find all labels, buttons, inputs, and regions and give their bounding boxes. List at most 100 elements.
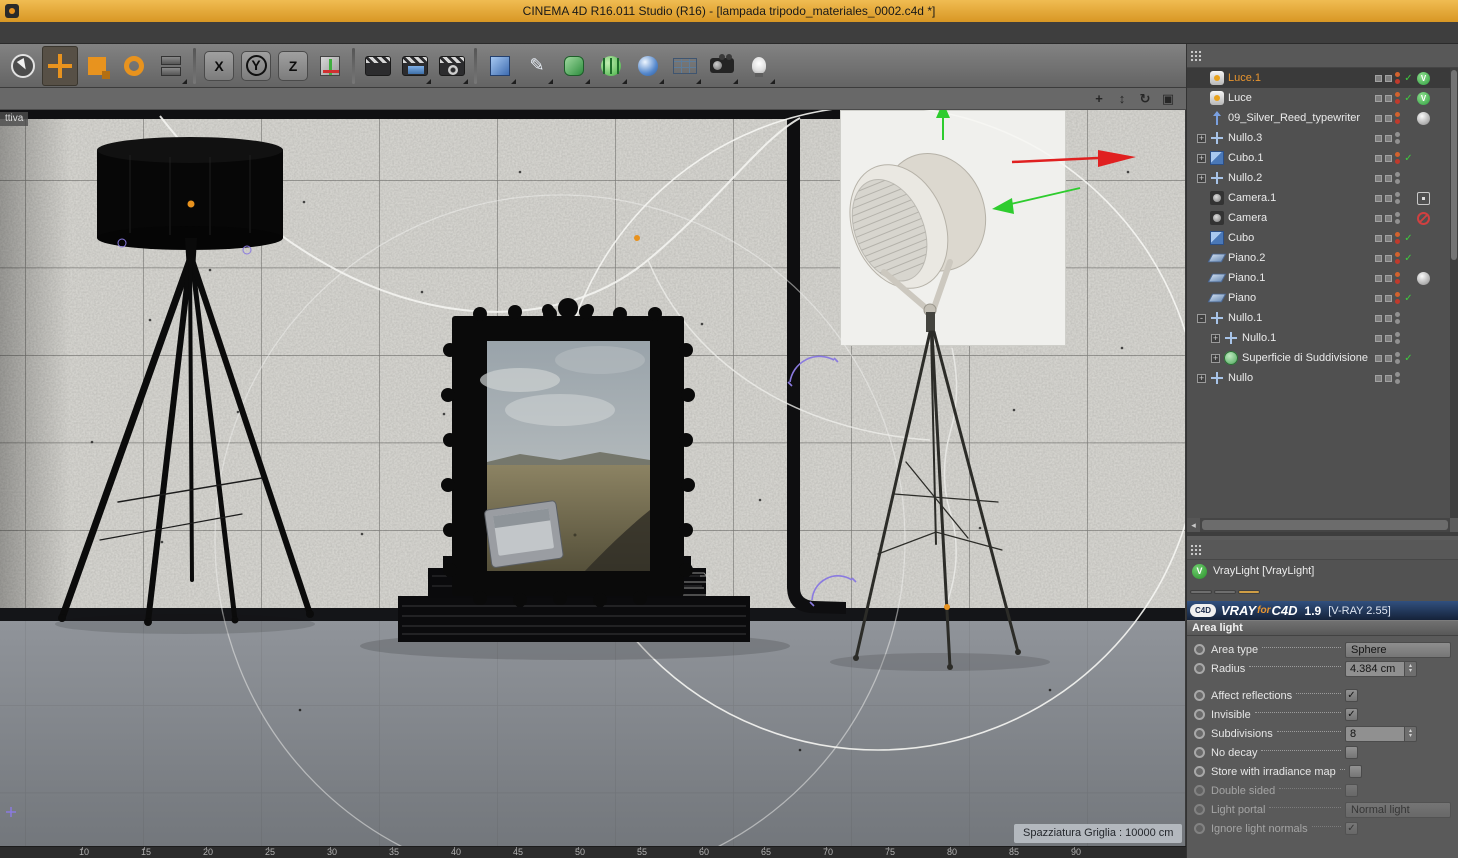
object-name[interactable]: Nullo.2 (1228, 172, 1262, 184)
layer-square-icon[interactable] (1375, 114, 1382, 122)
environment-button[interactable] (630, 46, 666, 86)
object-row[interactable]: 09_Silver_Reed_typewriter ✓ (1187, 108, 1450, 128)
layer-square-icon[interactable] (1385, 294, 1392, 302)
lock-y-axis-button[interactable]: Y (238, 46, 274, 86)
object-list-vscrollbar[interactable] (1450, 68, 1458, 518)
object-name[interactable]: Nullo.1 (1242, 332, 1276, 344)
scene-3d-view[interactable] (0, 110, 1186, 846)
object-type-icon[interactable] (1207, 293, 1227, 303)
layer-square-icon[interactable] (1385, 374, 1392, 382)
rotate-view-icon[interactable]: ↻ (1137, 91, 1153, 107)
texture-tag-icon[interactable] (1417, 111, 1430, 125)
generators-button[interactable] (556, 46, 592, 86)
object-name[interactable]: Luce.1 (1228, 72, 1261, 84)
scene-objects-button[interactable] (667, 46, 703, 86)
spinner-arrows-icon[interactable]: ▴ ▾ (1405, 725, 1417, 742)
object-row[interactable]: Luce.1 ✓ V (1187, 68, 1450, 88)
enabled-check-icon[interactable]: ✓ (1403, 233, 1414, 244)
move-tool[interactable] (42, 45, 78, 86)
scroll-left-icon[interactable]: ◂ (1187, 518, 1200, 532)
enabled-check-icon[interactable]: ✓ (1403, 153, 1414, 164)
visibility-dots[interactable] (1395, 332, 1400, 344)
lock-x-axis-button[interactable]: X (201, 46, 237, 86)
last-used-tools[interactable] (153, 46, 189, 86)
layer-square-icon[interactable] (1385, 154, 1392, 162)
pan-view-icon[interactable]: + (1091, 91, 1107, 107)
object-row[interactable]: Camera ✓ (1187, 208, 1450, 228)
viewport-canvas[interactable]: ttiva Spazziatura Griglia : 10000 cm (0, 110, 1186, 846)
keyframe-circle-icon[interactable] (1194, 709, 1205, 720)
keyframe-circle-icon[interactable] (1194, 690, 1205, 701)
visibility-dots[interactable] (1395, 272, 1400, 284)
rotate-tool[interactable] (116, 46, 152, 86)
visibility-dots[interactable] (1395, 72, 1400, 84)
attribute-tab[interactable] (1238, 589, 1260, 594)
title-bar[interactable]: CINEMA 4D R16.011 Studio (R16) - [lampad… (0, 0, 1458, 22)
layer-square-icon[interactable] (1375, 74, 1382, 82)
enabled-check-icon[interactable]: ✓ (1403, 93, 1414, 104)
object-name[interactable]: 09_Silver_Reed_typewriter (1228, 112, 1360, 124)
spline-pen-button[interactable]: ✎ (519, 46, 555, 86)
object-row[interactable]: + Superficie di Suddivisione ✓ (1187, 348, 1450, 368)
enabled-check-icon[interactable]: ✓ (1403, 253, 1414, 264)
ornate-frame[interactable] (441, 298, 695, 607)
layer-square-icon[interactable] (1385, 334, 1392, 342)
layer-square-icon[interactable] (1385, 114, 1392, 122)
vray-green-tag-icon[interactable]: V (1417, 71, 1430, 85)
object-type-icon[interactable] (1210, 191, 1224, 205)
object-type-icon[interactable] (1210, 131, 1224, 145)
object-type-icon[interactable] (1207, 273, 1227, 283)
maximize-view-icon[interactable]: ▣ (1160, 91, 1176, 107)
visibility-dots[interactable] (1395, 312, 1400, 324)
param-checkbox[interactable]: ✓ (1345, 822, 1358, 835)
hscroll-thumb[interactable] (1202, 520, 1448, 530)
deformers-button[interactable] (593, 46, 629, 86)
object-type-icon[interactable] (1210, 171, 1224, 185)
object-name[interactable]: Piano.1 (1228, 272, 1265, 284)
object-row[interactable]: + Nullo.1 ✓ (1187, 328, 1450, 348)
object-row[interactable]: Camera.1 ✓ (1187, 188, 1450, 208)
render-settings-button[interactable] (434, 46, 470, 86)
object-type-icon[interactable] (1210, 211, 1224, 225)
visibility-dots[interactable] (1395, 292, 1400, 304)
layer-square-icon[interactable] (1375, 154, 1382, 162)
object-row[interactable]: Piano ✓ (1187, 288, 1450, 308)
layer-square-icon[interactable] (1375, 354, 1382, 362)
visibility-dots[interactable] (1395, 92, 1400, 104)
layer-square-icon[interactable] (1375, 274, 1382, 282)
layer-square-icon[interactable] (1375, 314, 1382, 322)
keyframe-circle-icon[interactable] (1194, 804, 1205, 815)
layer-square-icon[interactable] (1375, 254, 1382, 262)
layer-square-icon[interactable] (1375, 134, 1382, 142)
layer-square-icon[interactable] (1385, 74, 1392, 82)
layer-square-icon[interactable] (1375, 94, 1382, 102)
add-primitive-button[interactable] (482, 46, 518, 86)
layer-square-icon[interactable] (1385, 194, 1392, 202)
param-checkbox[interactable] (1348, 765, 1362, 778)
layer-square-icon[interactable] (1375, 374, 1382, 382)
lock-z-axis-button[interactable]: Z (275, 46, 311, 86)
forbidden-tag-icon[interactable] (1417, 211, 1430, 225)
param-checkbox[interactable] (1345, 746, 1358, 759)
live-selection-tool[interactable] (5, 46, 41, 86)
attribute-tab[interactable] (1190, 589, 1212, 594)
object-name[interactable]: Superficie di Suddivisione (1242, 352, 1368, 364)
layer-square-icon[interactable] (1385, 254, 1392, 262)
object-row[interactable]: Piano.1 ✓ (1187, 268, 1450, 288)
render-view-button[interactable] (360, 46, 396, 86)
param-dropdown[interactable]: Normal light (1345, 801, 1451, 818)
visibility-dots[interactable] (1395, 152, 1400, 164)
target-tag-icon[interactable] (1417, 191, 1430, 205)
camera-objects-button[interactable] (704, 46, 740, 86)
object-row[interactable]: + Nullo ✓ (1187, 368, 1450, 388)
expand-toggle-icon[interactable]: + (1211, 353, 1220, 363)
object-type-icon[interactable] (1207, 253, 1227, 263)
param-dropdown[interactable]: Sphere (1345, 641, 1451, 658)
keyframe-circle-icon[interactable] (1194, 785, 1205, 796)
object-name[interactable]: Nullo.1 (1228, 312, 1262, 324)
object-type-icon[interactable] (1210, 371, 1224, 385)
param-number-field[interactable]: 8 (1345, 725, 1405, 742)
layer-square-icon[interactable] (1375, 334, 1382, 342)
visibility-dots[interactable] (1395, 252, 1400, 264)
object-type-icon[interactable] (1210, 311, 1224, 325)
